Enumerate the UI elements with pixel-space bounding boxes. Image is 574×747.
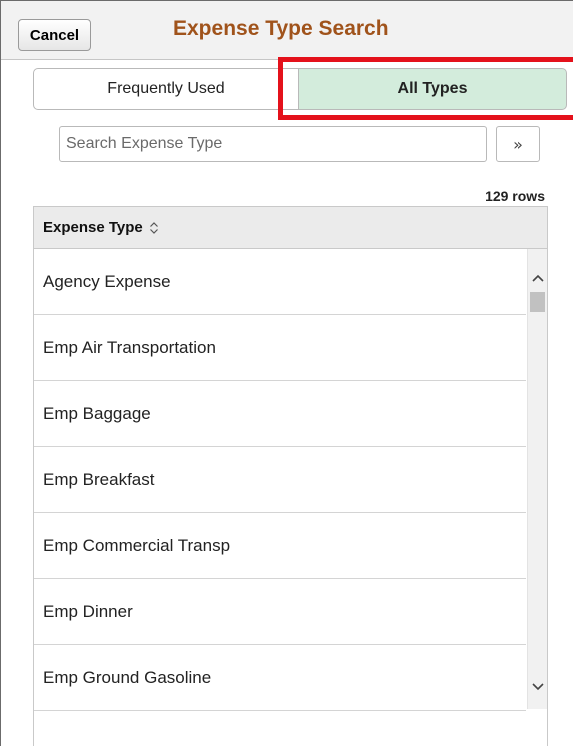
scroll-down-button[interactable]	[528, 678, 547, 696]
sort-updown-icon	[149, 221, 159, 235]
scroll-up-button[interactable]	[528, 269, 547, 287]
page-header: Cancel Expense Type Search	[1, 1, 573, 60]
list-item[interactable]: Agency Expense	[34, 249, 526, 315]
tab-frequently-used[interactable]: Frequently Used	[33, 68, 299, 110]
expense-type-grid: Expense Type Agency Expense Emp Air Tran…	[33, 206, 548, 746]
search-go-button[interactable]: »	[496, 126, 540, 162]
expense-type-tabs: Frequently Used All Types	[33, 68, 567, 110]
list-item[interactable]: Emp Ground Gasoline	[34, 645, 526, 711]
list-item[interactable]: Emp Commercial Transp	[34, 513, 526, 579]
chevron-up-icon	[532, 274, 544, 282]
double-chevron-right-icon: »	[513, 134, 523, 154]
list-item[interactable]: Emp Breakfast	[34, 447, 526, 513]
list-item[interactable]: Emp Dinner	[34, 579, 526, 645]
expense-type-list: Agency Expense Emp Air Transportation Em…	[34, 249, 526, 746]
column-header-expense-type[interactable]: Expense Type	[34, 206, 547, 249]
row-count: 129 rows	[485, 188, 545, 204]
page-title: Expense Type Search	[173, 17, 389, 40]
list-scrollbar[interactable]	[527, 249, 547, 709]
list-item[interactable]	[34, 711, 526, 746]
search-expense-type-input[interactable]	[59, 126, 487, 162]
chevron-down-icon	[532, 683, 544, 691]
scroll-thumb[interactable]	[530, 292, 545, 312]
expense-type-search-page: Cancel Expense Type Search Frequently Us…	[0, 0, 573, 746]
list-item[interactable]: Emp Air Transportation	[34, 315, 526, 381]
list-item[interactable]: Emp Baggage	[34, 381, 526, 447]
tab-all-types[interactable]: All Types	[299, 68, 567, 110]
column-header-label: Expense Type	[43, 219, 143, 236]
cancel-button[interactable]: Cancel	[18, 19, 91, 51]
